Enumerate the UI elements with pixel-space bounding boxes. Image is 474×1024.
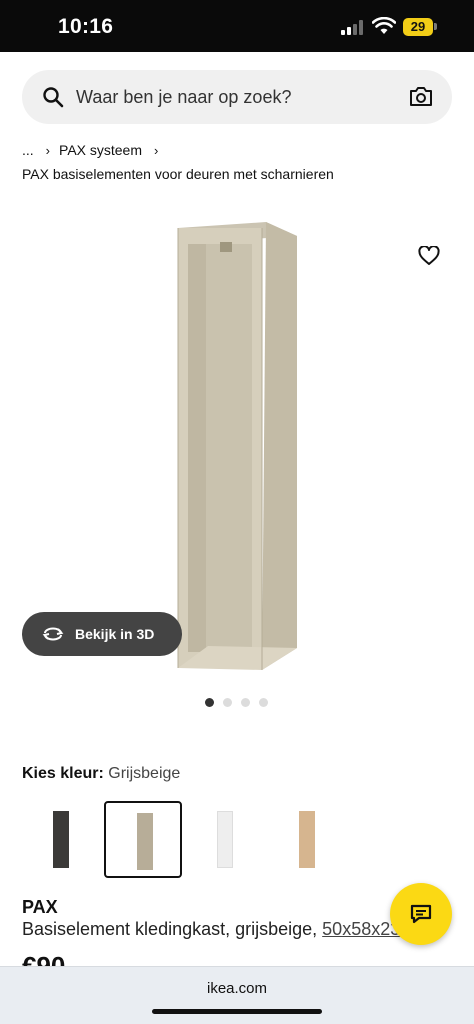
pagination-dot[interactable] <box>241 698 250 707</box>
swatch-cabinet <box>53 811 69 868</box>
swatch-cabinet <box>137 813 153 870</box>
chevron-right-icon: › <box>45 142 51 158</box>
selected-color-value: Grijsbeige <box>108 765 181 782</box>
swatch-cabinet <box>217 811 233 868</box>
color-swatch-wit[interactable] <box>186 801 264 878</box>
view-in-3d-button[interactable]: Bekijk in 3D <box>22 612 182 656</box>
product-brand: PAX <box>22 897 58 917</box>
choose-color-label: Kies kleur: <box>22 765 104 782</box>
pagination-dot[interactable] <box>205 698 214 707</box>
battery-icon: 29 <box>403 18 433 36</box>
view-in-3d-label: Bekijk in 3D <box>75 626 155 642</box>
swatch-cabinet <box>299 811 315 868</box>
product-description-text: Basiselement kledingkast, grijsbeige, <box>22 919 318 939</box>
favorite-heart-icon[interactable] <box>418 246 440 266</box>
breadcrumb-item-pax-systeem[interactable]: PAX systeem <box>59 142 142 158</box>
cellular-signal-icon <box>341 19 367 35</box>
chat-icon <box>410 904 432 924</box>
breadcrumb-ellipsis[interactable]: ... <box>22 142 34 158</box>
gallery-pagination <box>205 698 277 707</box>
status-bar: 10:16 29 <box>0 0 474 52</box>
battery-tip <box>434 23 437 30</box>
wifi-icon <box>372 17 396 34</box>
status-time: 10:16 <box>58 15 114 38</box>
chat-button[interactable] <box>390 883 452 945</box>
color-picker-label: Kies kleur: Grijsbeige <box>22 765 180 783</box>
wardrobe-frame-image <box>177 222 297 670</box>
browser-url-bar[interactable]: ikea.com <box>0 966 474 1024</box>
chevron-right-icon: › <box>154 142 159 158</box>
pagination-dot[interactable] <box>259 698 268 707</box>
color-swatch-eiken[interactable] <box>268 801 346 878</box>
camera-icon[interactable] <box>409 85 433 107</box>
product-description: Basiselement kledingkast, grijsbeige, 50… <box>22 919 439 940</box>
search-placeholder[interactable]: Waar ben je naar op zoek? <box>76 87 291 108</box>
home-indicator[interactable] <box>152 1009 322 1014</box>
color-swatch-grijsbeige[interactable] <box>104 801 182 878</box>
pagination-dot[interactable] <box>223 698 232 707</box>
breadcrumb: ... › PAX systeem › <box>22 142 167 158</box>
category-subtitle[interactable]: PAX basiselementen voor deuren met schar… <box>22 166 334 182</box>
search-icon <box>43 87 64 108</box>
rotate-3d-icon <box>42 627 64 641</box>
product-image-gallery[interactable] <box>0 200 474 680</box>
browser-url[interactable]: ikea.com <box>0 980 474 997</box>
search-bar[interactable]: Waar ben je naar op zoek? <box>22 70 452 124</box>
color-swatch-zwartbruin[interactable] <box>22 801 100 878</box>
